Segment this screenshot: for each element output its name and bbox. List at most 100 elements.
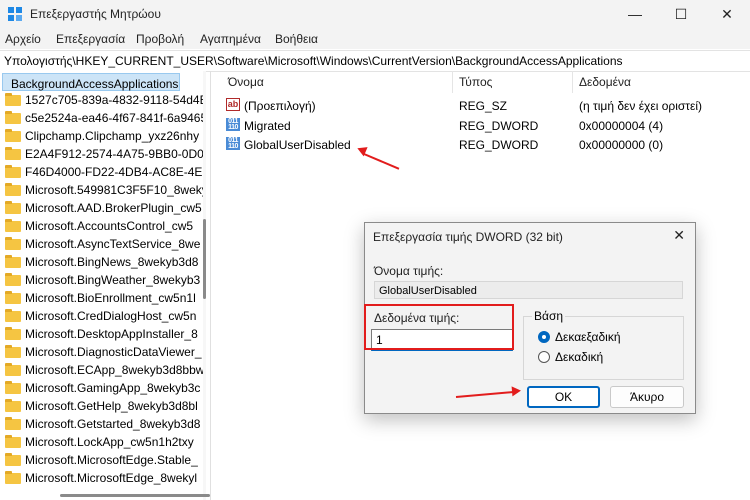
tree-item[interactable]: Microsoft.AsyncTextService_8we (0, 235, 200, 253)
folder-icon (5, 309, 21, 322)
menu-help[interactable]: Βοήθεια (275, 32, 318, 46)
value-data: 0x00000004 (4) (579, 119, 664, 133)
folder-icon (5, 219, 21, 232)
tree-item-label: F46D4000-FD22-4DB4-AC8E-4E1I (25, 165, 205, 179)
column-header-data[interactable]: Δεδομένα (579, 75, 631, 89)
tree-item-label: Clipchamp.Clipchamp_yxz26nhy (25, 129, 200, 143)
radio-decimal-label[interactable]: Δεκαδική (555, 350, 603, 364)
tree-item[interactable]: Microsoft.ECApp_8wekyb3d8bbw (0, 361, 204, 379)
tree-item-label: Microsoft.BingNews_8wekyb3d8 (25, 255, 199, 269)
dialog-title: Επεξεργασία τιμής DWORD (32 bit) (373, 230, 563, 244)
folder-icon (5, 255, 21, 268)
tree-item[interactable]: Microsoft.549981C3F5F10_8weky (0, 181, 205, 199)
scrollbar-thumb[interactable] (203, 219, 206, 299)
folder-icon (5, 345, 21, 358)
folder-icon (5, 471, 21, 484)
value-type: REG_SZ (459, 99, 508, 113)
value-data: (η τιμή δεν έχει οριστεί) (579, 99, 703, 113)
tree-item[interactable]: Microsoft.GamingApp_8wekyb3c (0, 379, 200, 397)
folder-icon (5, 453, 21, 466)
tree-item[interactable]: Microsoft.MicrosoftEdge.Stable_ (0, 451, 200, 469)
menu-view[interactable]: Προβολή (136, 32, 184, 46)
tree-item[interactable]: Microsoft.MicrosoftEdge_8wekyl (0, 469, 200, 487)
tree-item[interactable]: E2A4F912-2574-4A75-9BB0-0D02 (0, 145, 205, 163)
tree-item[interactable]: Clipchamp.Clipchamp_yxz26nhy (0, 127, 200, 145)
base-group: Βάση Δεκαεξαδική Δεκαδική (523, 309, 684, 380)
tree-item[interactable]: Microsoft.BingWeather_8wekyb3 (0, 271, 200, 289)
tree-item-label: 1527c705-839a-4832-9118-54d4B (25, 93, 205, 107)
ok-button[interactable]: OK (527, 386, 600, 408)
close-button[interactable]: ✕ (704, 0, 750, 29)
folder-icon (5, 417, 21, 430)
value-name: Migrated (244, 119, 291, 133)
column-header-type[interactable]: Τύπος (459, 75, 492, 89)
list-row[interactable]: 011 110 Migrated REG_DWORD 0x00000004 (4… (220, 116, 750, 134)
folder-icon (5, 111, 21, 124)
regedit-app-icon (8, 7, 22, 21)
tree-item-label: Microsoft.Getstarted_8wekyb3d8 (25, 417, 201, 431)
tree-horizontal-scrollbar[interactable] (60, 494, 210, 497)
address-bar[interactable]: Υπολογιστής\HKEY_CURRENT_USER\Software\M… (0, 50, 750, 72)
tree-item-label: BackgroundAccessApplications (11, 77, 179, 91)
tree-item[interactable]: Microsoft.AAD.BrokerPlugin_cw5 (0, 199, 202, 217)
tree-item[interactable]: Microsoft.BingNews_8wekyb3d8 (0, 253, 200, 271)
tree-item[interactable]: Microsoft.BioEnrollment_cw5n1l (0, 289, 200, 307)
tree-item[interactable]: c5e2524a-ea46-4f67-841f-6a9465 (0, 109, 205, 127)
key-tree[interactable]: BackgroundAccessApplications 1527c705-83… (0, 71, 205, 500)
folder-icon (5, 129, 21, 142)
folder-icon (5, 363, 21, 376)
tree-vertical-scrollbar[interactable] (203, 71, 206, 500)
annotation-highlight-box (364, 304, 514, 350)
column-header-name[interactable]: Όνομα (228, 75, 264, 89)
tree-item-label: Microsoft.DiagnosticDataViewer_ (25, 345, 202, 359)
tree-item[interactable]: Microsoft.Getstarted_8wekyb3d8 (0, 415, 200, 433)
menu-favorites[interactable]: Αγαπημένα (200, 32, 261, 46)
radio-decimal[interactable] (538, 351, 550, 363)
radio-hexadecimal-label[interactable]: Δεκαεξαδική (555, 330, 621, 344)
folder-icon (5, 381, 21, 394)
tree-item[interactable]: Microsoft.LockApp_cw5n1h2txy (0, 433, 200, 451)
tree-item[interactable]: F46D4000-FD22-4DB4-AC8E-4E1I (0, 163, 205, 181)
menu-bar: Αρχείο Επεξεργασία Προβολή Αγαπημένα Βοή… (0, 29, 750, 49)
value-data: 0x00000000 (0) (579, 138, 664, 152)
tree-item-label: Microsoft.CredDialogHost_cw5n (25, 309, 197, 323)
folder-icon (5, 201, 21, 214)
tree-item[interactable]: Microsoft.CredDialogHost_cw5n (0, 307, 200, 325)
tree-item-label: Microsoft.549981C3F5F10_8weky (25, 183, 205, 197)
address-path[interactable]: Υπολογιστής\HKEY_CURRENT_USER\Software\M… (4, 54, 623, 68)
tree-item-label: Microsoft.LockApp_cw5n1h2txy (25, 435, 194, 449)
window-title: Επεξεργαστής Μητρώου (30, 7, 161, 21)
title-bar: Επεξεργαστής Μητρώου — ☐ ✕ (0, 0, 750, 29)
tree-item[interactable]: Microsoft.GetHelp_8wekyb3d8bl (0, 397, 200, 415)
tree-item-label: Microsoft.AAD.BrokerPlugin_cw5 (25, 201, 202, 215)
column-divider[interactable] (572, 71, 573, 93)
tree-item-label: Microsoft.ECApp_8wekyb3d8bbw (25, 363, 205, 377)
tree-item-label: E2A4F912-2574-4A75-9BB0-0D02 (25, 147, 205, 161)
tree-item-label: Microsoft.MicrosoftEdge_8wekyl (25, 471, 198, 485)
menu-file[interactable]: Αρχείο (5, 32, 41, 46)
tree-item[interactable]: Microsoft.DiagnosticDataViewer_ (0, 343, 202, 361)
minimize-button[interactable]: — (612, 0, 658, 29)
base-group-label: Βάση (532, 309, 566, 323)
pane-splitter[interactable] (210, 71, 211, 500)
tree-item-selected[interactable]: BackgroundAccessApplications (2, 73, 180, 91)
tree-item-label: Microsoft.BingWeather_8wekyb3 (25, 273, 201, 287)
dword-value-icon: 011 110 (226, 118, 240, 131)
list-row[interactable]: 011 110 GlobalUserDisabled REG_DWORD 0x0… (220, 135, 750, 153)
folder-icon (5, 399, 21, 412)
tree-item[interactable]: Microsoft.DesktopAppInstaller_8 (0, 325, 200, 343)
dialog-close-button[interactable]: ✕ (673, 227, 685, 244)
column-divider[interactable] (452, 71, 453, 93)
tree-item[interactable]: 1527c705-839a-4832-9118-54d4B (0, 91, 205, 109)
annotation-arrow-head (511, 385, 522, 397)
value-type: REG_DWORD (459, 119, 539, 133)
list-row[interactable]: ab (Προεπιλογή) REG_SZ (η τιμή δεν έχει … (220, 96, 750, 114)
value-type: REG_DWORD (459, 138, 539, 152)
radio-hexadecimal[interactable] (538, 331, 550, 343)
tree-item-label: Microsoft.AccountsControl_cw5 (25, 219, 194, 233)
tree-item[interactable]: Microsoft.AccountsControl_cw5 (0, 217, 200, 235)
menu-edit[interactable]: Επεξεργασία (56, 32, 125, 46)
maximize-button[interactable]: ☐ (658, 0, 704, 29)
cancel-button[interactable]: Άκυρο (610, 386, 684, 408)
folder-icon (5, 435, 21, 448)
